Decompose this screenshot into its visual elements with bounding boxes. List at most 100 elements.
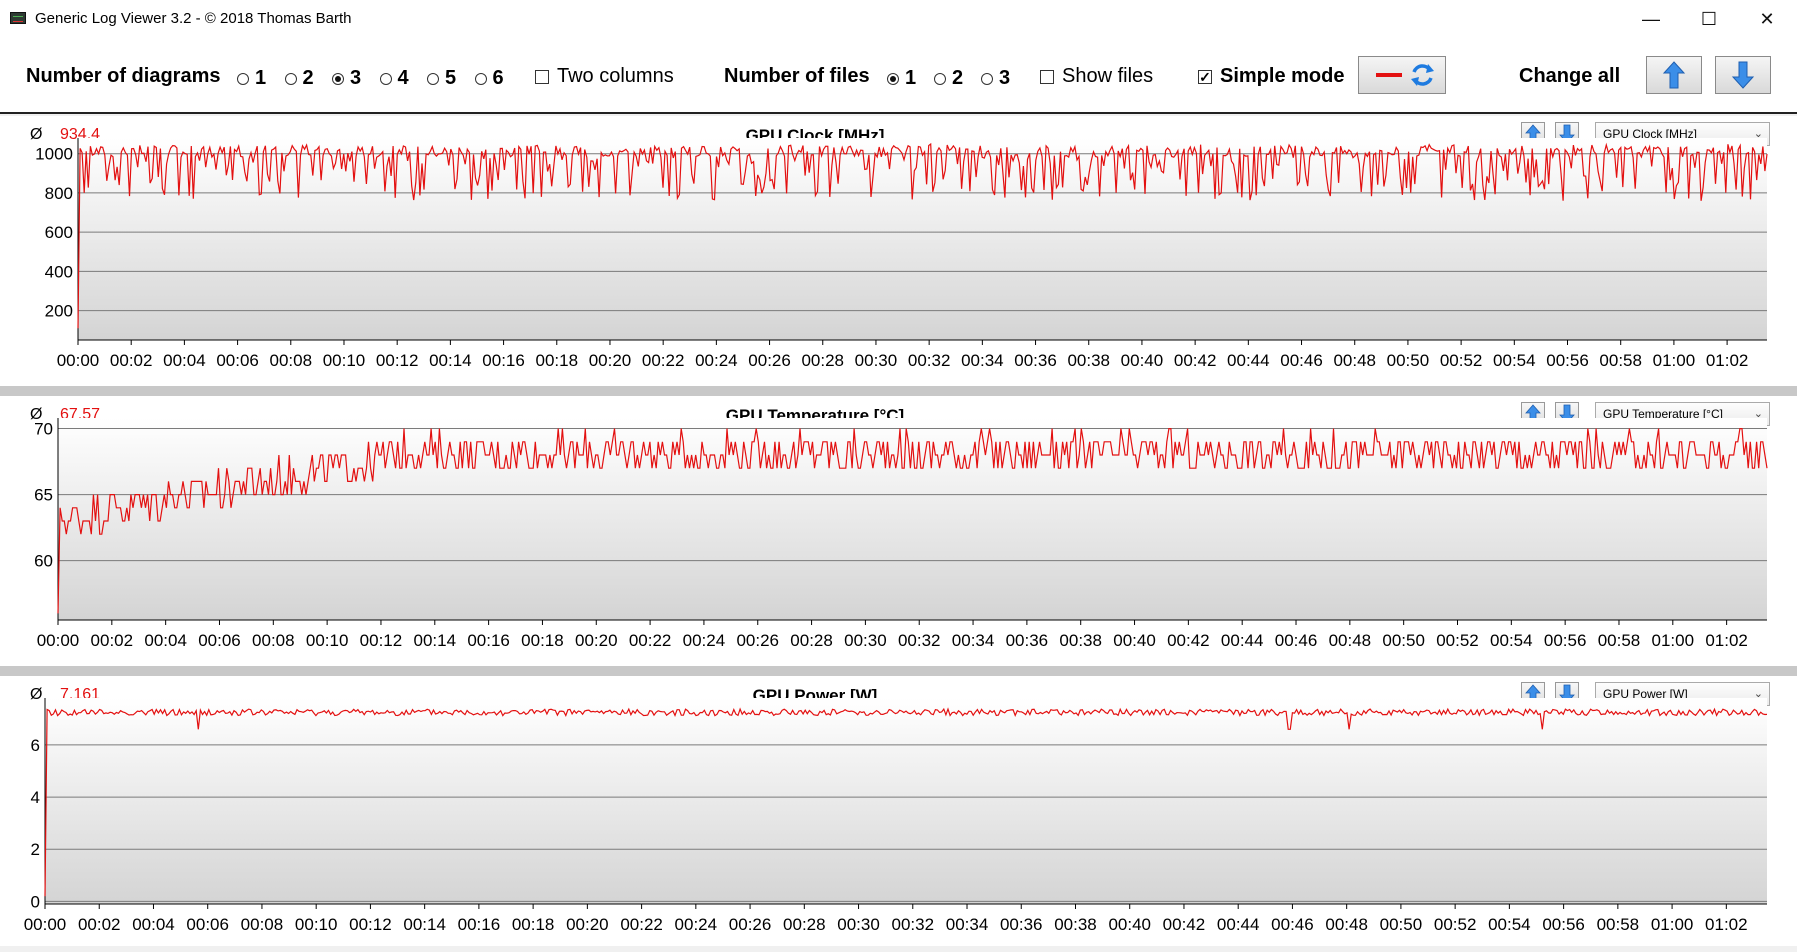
y-tick-label: 2 bbox=[31, 840, 40, 859]
checkbox-box[interactable] bbox=[1040, 69, 1054, 84]
radio-circle[interactable] bbox=[237, 72, 249, 85]
panel-separator[interactable] bbox=[0, 666, 1797, 676]
series-color-button[interactable] bbox=[1358, 56, 1446, 94]
files-radio-1[interactable]: 1 bbox=[887, 67, 916, 90]
x-tick-label: 00:20 bbox=[575, 631, 618, 650]
radio-circle[interactable] bbox=[887, 72, 899, 85]
x-tick-label: 00:38 bbox=[1054, 915, 1097, 934]
x-tick-label: 00:24 bbox=[695, 351, 738, 370]
x-tick-label: 00:38 bbox=[1067, 351, 1110, 370]
x-tick-label: 01:02 bbox=[1705, 915, 1748, 934]
x-tick-label: 00:02 bbox=[110, 351, 153, 370]
change-all-down-button[interactable] bbox=[1715, 56, 1771, 94]
toolbar: Number of diagrams 1 2 3 4 5 6 Two columns Nu… bbox=[0, 38, 1797, 114]
diagrams-radio-6[interactable]: 6 bbox=[474, 67, 504, 90]
x-tick-label: 00:44 bbox=[1227, 351, 1270, 370]
x-tick-label: 00:30 bbox=[844, 631, 887, 650]
minimize-button[interactable]: — bbox=[1622, 0, 1680, 38]
radio-circle[interactable] bbox=[981, 72, 993, 85]
x-tick-label: 00:08 bbox=[241, 915, 284, 934]
diagrams-radio-label: 5 bbox=[445, 67, 457, 89]
files-radio-3[interactable]: 3 bbox=[981, 67, 1010, 90]
line-chart: 60 65 70 00:00 00:02 00:04 00:06 00:08 00:10 00:1… bbox=[34, 418, 1768, 650]
diagrams-radio-3[interactable]: 3 bbox=[332, 67, 361, 90]
x-tick-label: 00:00 bbox=[24, 915, 67, 934]
x-tick-label: 00:54 bbox=[1490, 631, 1533, 650]
x-tick-label: 01:02 bbox=[1706, 351, 1749, 370]
y-tick-label: 60 bbox=[34, 552, 53, 571]
radio-circle[interactable] bbox=[474, 72, 487, 85]
y-tick-label: 0 bbox=[31, 892, 40, 911]
x-tick-label: 00:10 bbox=[306, 631, 349, 650]
x-tick-label: 00:58 bbox=[1597, 915, 1640, 934]
x-tick-label: 00:12 bbox=[376, 351, 419, 370]
number-of-diagrams-label: Number of diagrams bbox=[26, 65, 221, 87]
x-tick-label: 00:26 bbox=[736, 631, 779, 650]
x-tick-label: 00:52 bbox=[1434, 915, 1477, 934]
x-tick-label: 00:54 bbox=[1493, 351, 1536, 370]
checkbox-checked[interactable]: ✓ bbox=[1198, 69, 1212, 84]
y-tick-label: 1000 bbox=[35, 145, 73, 164]
diagrams-radio-2[interactable]: 2 bbox=[284, 67, 314, 90]
x-tick-label: 00:46 bbox=[1280, 351, 1323, 370]
x-tick-label: 00:02 bbox=[91, 631, 134, 650]
two-columns-checkbox[interactable]: Two columns bbox=[535, 65, 674, 88]
files-radio-label: 1 bbox=[905, 67, 917, 89]
x-tick-label: 00:26 bbox=[748, 351, 791, 370]
x-tick-label: 00:00 bbox=[57, 351, 100, 370]
x-tick-label: 00:48 bbox=[1329, 631, 1372, 650]
x-tick-label: 00:12 bbox=[349, 915, 392, 934]
x-tick-label: 00:56 bbox=[1544, 631, 1587, 650]
x-tick-label: 00:44 bbox=[1221, 631, 1264, 650]
diagram-panel-gpu-power: Ø 7,161 GPU Power [W] GPU Power [W] ⌄ 0 2 4 6 00:… bbox=[0, 676, 1797, 946]
files-radio-2[interactable]: 2 bbox=[934, 67, 963, 90]
radio-circle[interactable] bbox=[934, 72, 946, 85]
y-tick-label: 400 bbox=[45, 262, 73, 281]
change-all-up-button[interactable] bbox=[1646, 56, 1702, 94]
x-tick-label: 00:34 bbox=[961, 351, 1004, 370]
arrow-up-icon bbox=[1662, 61, 1686, 89]
panel-separator[interactable] bbox=[0, 386, 1797, 396]
x-tick-label: 00:32 bbox=[908, 351, 951, 370]
x-tick-label: 00:02 bbox=[78, 915, 121, 934]
x-tick-label: 00:40 bbox=[1113, 631, 1156, 650]
x-tick-label: 00:14 bbox=[414, 631, 457, 650]
plot-area bbox=[45, 698, 1767, 904]
radio-circle[interactable] bbox=[427, 72, 439, 85]
radio-circle[interactable] bbox=[332, 72, 344, 85]
y-tick-label: 200 bbox=[45, 302, 73, 321]
maximize-button[interactable]: ☐ bbox=[1680, 0, 1738, 38]
x-tick-label: 00:58 bbox=[1599, 351, 1642, 370]
show-files-label: Show files bbox=[1062, 65, 1154, 87]
x-tick-label: 00:52 bbox=[1436, 631, 1479, 650]
x-tick-label: 00:04 bbox=[144, 631, 187, 650]
diagrams-radio-1[interactable]: 1 bbox=[237, 67, 266, 90]
x-tick-label: 00:28 bbox=[790, 631, 833, 650]
x-tick-label: 00:08 bbox=[252, 631, 295, 650]
x-tick-label: 00:30 bbox=[855, 351, 898, 370]
close-button[interactable]: ✕ bbox=[1738, 0, 1796, 38]
diagrams-radio-label: 2 bbox=[302, 67, 314, 89]
y-tick-label: 4 bbox=[31, 788, 40, 807]
x-tick-label: 00:08 bbox=[270, 351, 313, 370]
x-tick-label: 00:32 bbox=[898, 631, 941, 650]
diagrams-radio-4[interactable]: 4 bbox=[379, 67, 409, 90]
x-tick-label: 00:24 bbox=[683, 631, 726, 650]
x-tick-label: 00:52 bbox=[1440, 351, 1483, 370]
diagrams-radio-5[interactable]: 5 bbox=[427, 67, 456, 90]
x-tick-label: 00:42 bbox=[1167, 631, 1210, 650]
x-tick-label: 00:58 bbox=[1598, 631, 1641, 650]
x-tick-label: 00:28 bbox=[783, 915, 826, 934]
x-tick-label: 01:00 bbox=[1653, 351, 1696, 370]
checkbox-box[interactable] bbox=[535, 69, 549, 84]
radio-circle[interactable] bbox=[379, 72, 392, 85]
x-tick-label: 00:56 bbox=[1546, 351, 1589, 370]
x-tick-label: 00:10 bbox=[295, 915, 338, 934]
radio-circle[interactable] bbox=[284, 72, 297, 85]
x-tick-label: 00:06 bbox=[198, 631, 241, 650]
y-tick-label: 6 bbox=[31, 736, 40, 755]
x-tick-label: 00:36 bbox=[1000, 915, 1043, 934]
simple-mode-checkbox[interactable]: ✓ Simple mode bbox=[1198, 65, 1344, 88]
show-files-checkbox[interactable]: Show files bbox=[1040, 65, 1153, 88]
x-tick-label: 01:02 bbox=[1705, 631, 1748, 650]
